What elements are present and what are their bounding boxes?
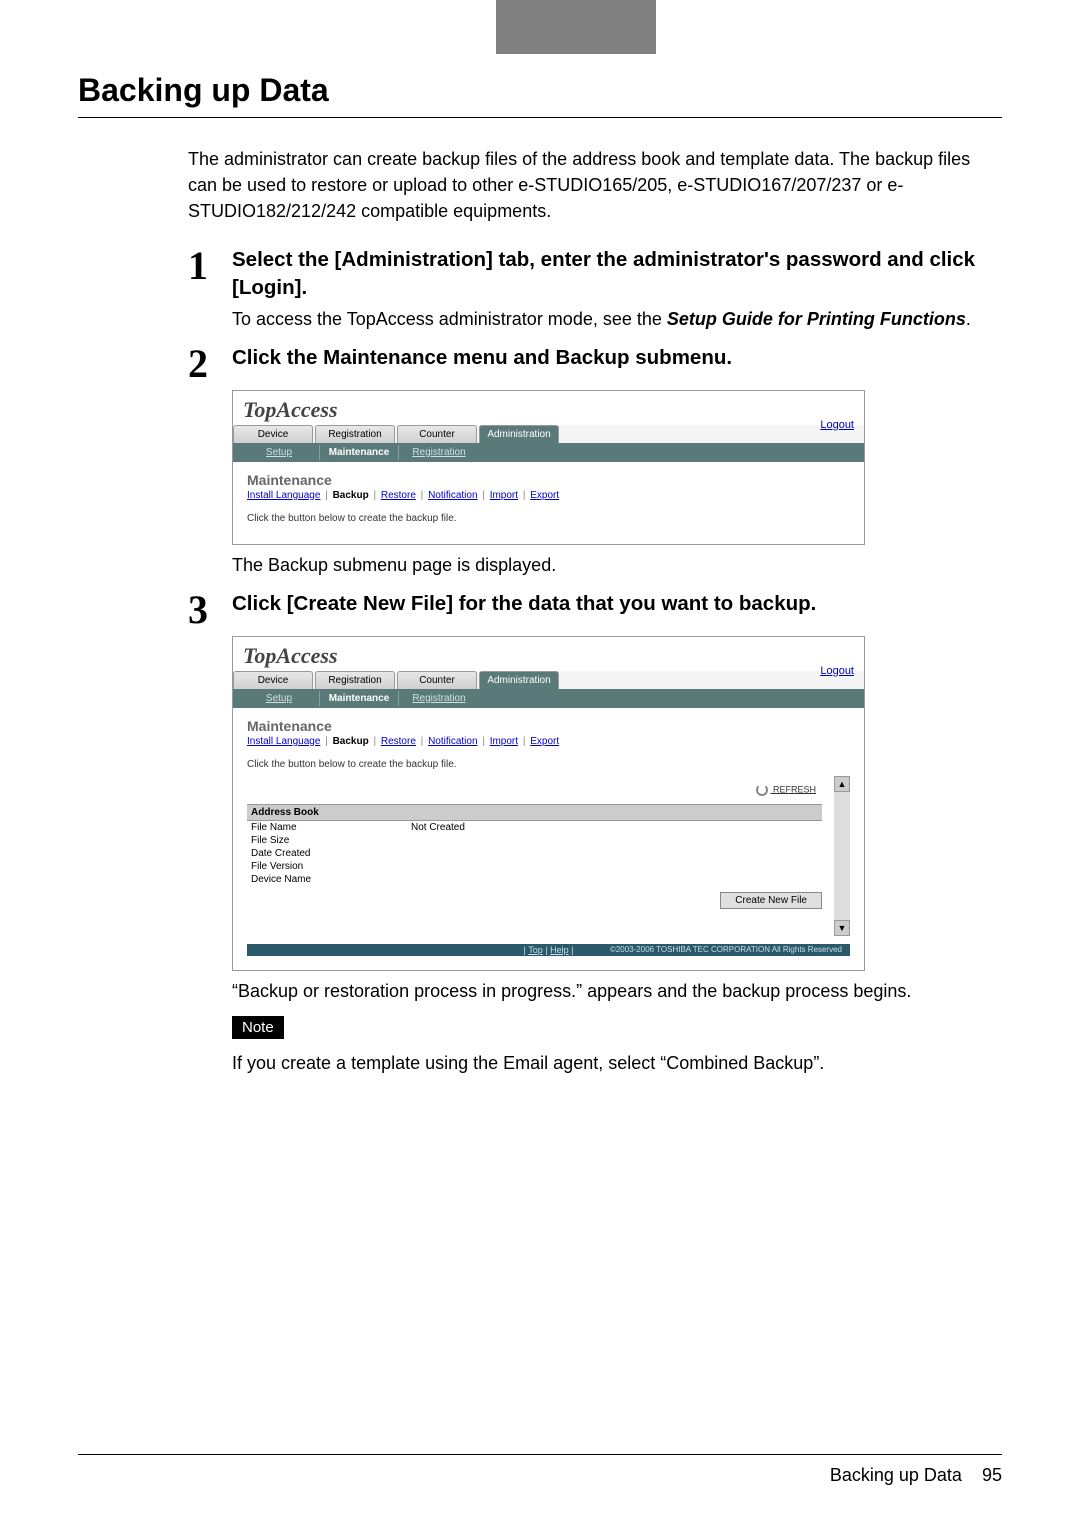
header-grey-tab <box>496 0 656 54</box>
note-tag: Note <box>232 1016 284 1039</box>
tab-administration[interactable]: Administration <box>479 671 559 689</box>
address-book-header: Address Book <box>247 804 822 821</box>
footer-help-link[interactable]: Help <box>550 945 569 955</box>
row-file-name: File Name Not Created <box>247 821 822 834</box>
backup-hint: Click the button below to create the bac… <box>247 759 850 770</box>
scroll-down-button[interactable]: ▼ <box>834 920 850 936</box>
tab-counter[interactable]: Counter <box>397 425 477 443</box>
logout-link[interactable]: Logout <box>820 419 854 431</box>
file-name-value: Not Created <box>411 822 465 833</box>
subtab-setup[interactable]: Setup <box>239 445 319 460</box>
step-2-caption: The Backup submenu page is displayed. <box>232 555 1002 576</box>
submenu-notification[interactable]: Notification <box>428 490 477 501</box>
file-size-label: File Size <box>251 835 411 846</box>
page-footer: Backing up Data 95 <box>78 1454 1002 1486</box>
scroll-up-button[interactable]: ▲ <box>834 776 850 792</box>
row-date-created: Date Created <box>247 847 822 860</box>
screenshot-step-3: TopAccess Logout Device Registration Cou… <box>232 636 1002 971</box>
create-new-file-button[interactable]: Create New File <box>720 892 822 909</box>
subtab-setup[interactable]: Setup <box>239 691 319 706</box>
submenu-install-language[interactable]: Install Language <box>247 736 320 747</box>
step-2: 2 Click the Maintenance menu and Backup … <box>188 344 1002 384</box>
step-number: 3 <box>188 590 232 630</box>
submenu-install-language[interactable]: Install Language <box>247 490 320 501</box>
footer-page-number: 95 <box>982 1465 1002 1485</box>
submenu-notification[interactable]: Notification <box>428 736 477 747</box>
refresh-icon <box>756 784 768 796</box>
topaccess-logo: TopAccess <box>233 637 864 671</box>
tab-device[interactable]: Device <box>233 671 313 689</box>
topaccess-logo: TopAccess <box>233 391 864 425</box>
step-3: 3 Click [Create New File] for the data t… <box>188 590 1002 630</box>
page-heading: Backing up Data <box>78 54 1002 118</box>
maintenance-submenu: Install Language | Backup | Restore | No… <box>247 736 850 747</box>
maintenance-submenu: Install Language | Backup | Restore | No… <box>247 490 850 501</box>
subtab-maintenance[interactable]: Maintenance <box>319 445 399 460</box>
maintenance-section-title: Maintenance <box>247 718 850 734</box>
submenu-export[interactable]: Export <box>530 490 559 501</box>
step-1-text: To access the TopAccess administrator mo… <box>232 306 1002 332</box>
tab-registration[interactable]: Registration <box>315 425 395 443</box>
backup-hint: Click the button below to create the bac… <box>247 513 850 524</box>
step-number: 2 <box>188 344 232 384</box>
submenu-import[interactable]: Import <box>490 490 518 501</box>
logout-link[interactable]: Logout <box>820 665 854 677</box>
tab-registration[interactable]: Registration <box>315 671 395 689</box>
subtab-registration[interactable]: Registration <box>399 691 479 706</box>
submenu-export[interactable]: Export <box>530 736 559 747</box>
submenu-backup[interactable]: Backup <box>333 490 369 501</box>
refresh-label: REFRESH <box>773 784 816 794</box>
footer-label: Backing up Data <box>830 1465 962 1485</box>
backup-scroll-pane: ▲ REFRESH Address Book File Name Not Cre… <box>247 776 850 936</box>
device-name-label: Device Name <box>251 874 411 885</box>
step-3-caption: “Backup or restoration process in progre… <box>232 981 1002 1002</box>
subtab-registration[interactable]: Registration <box>399 445 479 460</box>
tab-device[interactable]: Device <box>233 425 313 443</box>
subtab-maintenance[interactable]: Maintenance <box>319 691 399 706</box>
submenu-restore[interactable]: Restore <box>381 490 416 501</box>
footer-top-link[interactable]: Top <box>528 945 543 955</box>
step-1-heading: Select the [Administration] tab, enter t… <box>232 246 1002 301</box>
step-1-text-prefix: To access the TopAccess administrator mo… <box>232 309 667 329</box>
submenu-import[interactable]: Import <box>490 736 518 747</box>
step-3-heading: Click [Create New File] for the data tha… <box>232 590 1002 618</box>
maintenance-section-title: Maintenance <box>247 472 850 488</box>
date-created-label: Date Created <box>251 848 411 859</box>
row-file-version: File Version <box>247 860 822 873</box>
row-device-name: Device Name <box>247 873 822 886</box>
step-1-text-emph: Setup Guide for Printing Functions <box>667 309 966 329</box>
topaccess-footer-bar: | Top | Help | ©2003-2006 TOSHIBA TEC CO… <box>247 944 850 956</box>
footer-copyright: ©2003-2006 TOSHIBA TEC CORPORATION All R… <box>610 945 842 954</box>
row-file-size: File Size <box>247 834 822 847</box>
file-name-label: File Name <box>251 822 411 833</box>
submenu-backup[interactable]: Backup <box>333 736 369 747</box>
screenshot-step-2: TopAccess Logout Device Registration Cou… <box>232 390 1002 545</box>
tab-administration[interactable]: Administration <box>479 425 559 443</box>
intro-paragraph: The administrator can create backup file… <box>188 146 1002 224</box>
note-text: If you create a template using the Email… <box>232 1053 1002 1074</box>
step-1: 1 Select the [Administration] tab, enter… <box>188 246 1002 337</box>
file-version-label: File Version <box>251 861 411 872</box>
refresh-link[interactable]: REFRESH <box>247 780 822 804</box>
submenu-restore[interactable]: Restore <box>381 736 416 747</box>
step-number: 1 <box>188 246 232 337</box>
step-1-text-suffix: . <box>966 309 971 329</box>
step-2-heading: Click the Maintenance menu and Backup su… <box>232 344 1002 372</box>
tab-counter[interactable]: Counter <box>397 671 477 689</box>
